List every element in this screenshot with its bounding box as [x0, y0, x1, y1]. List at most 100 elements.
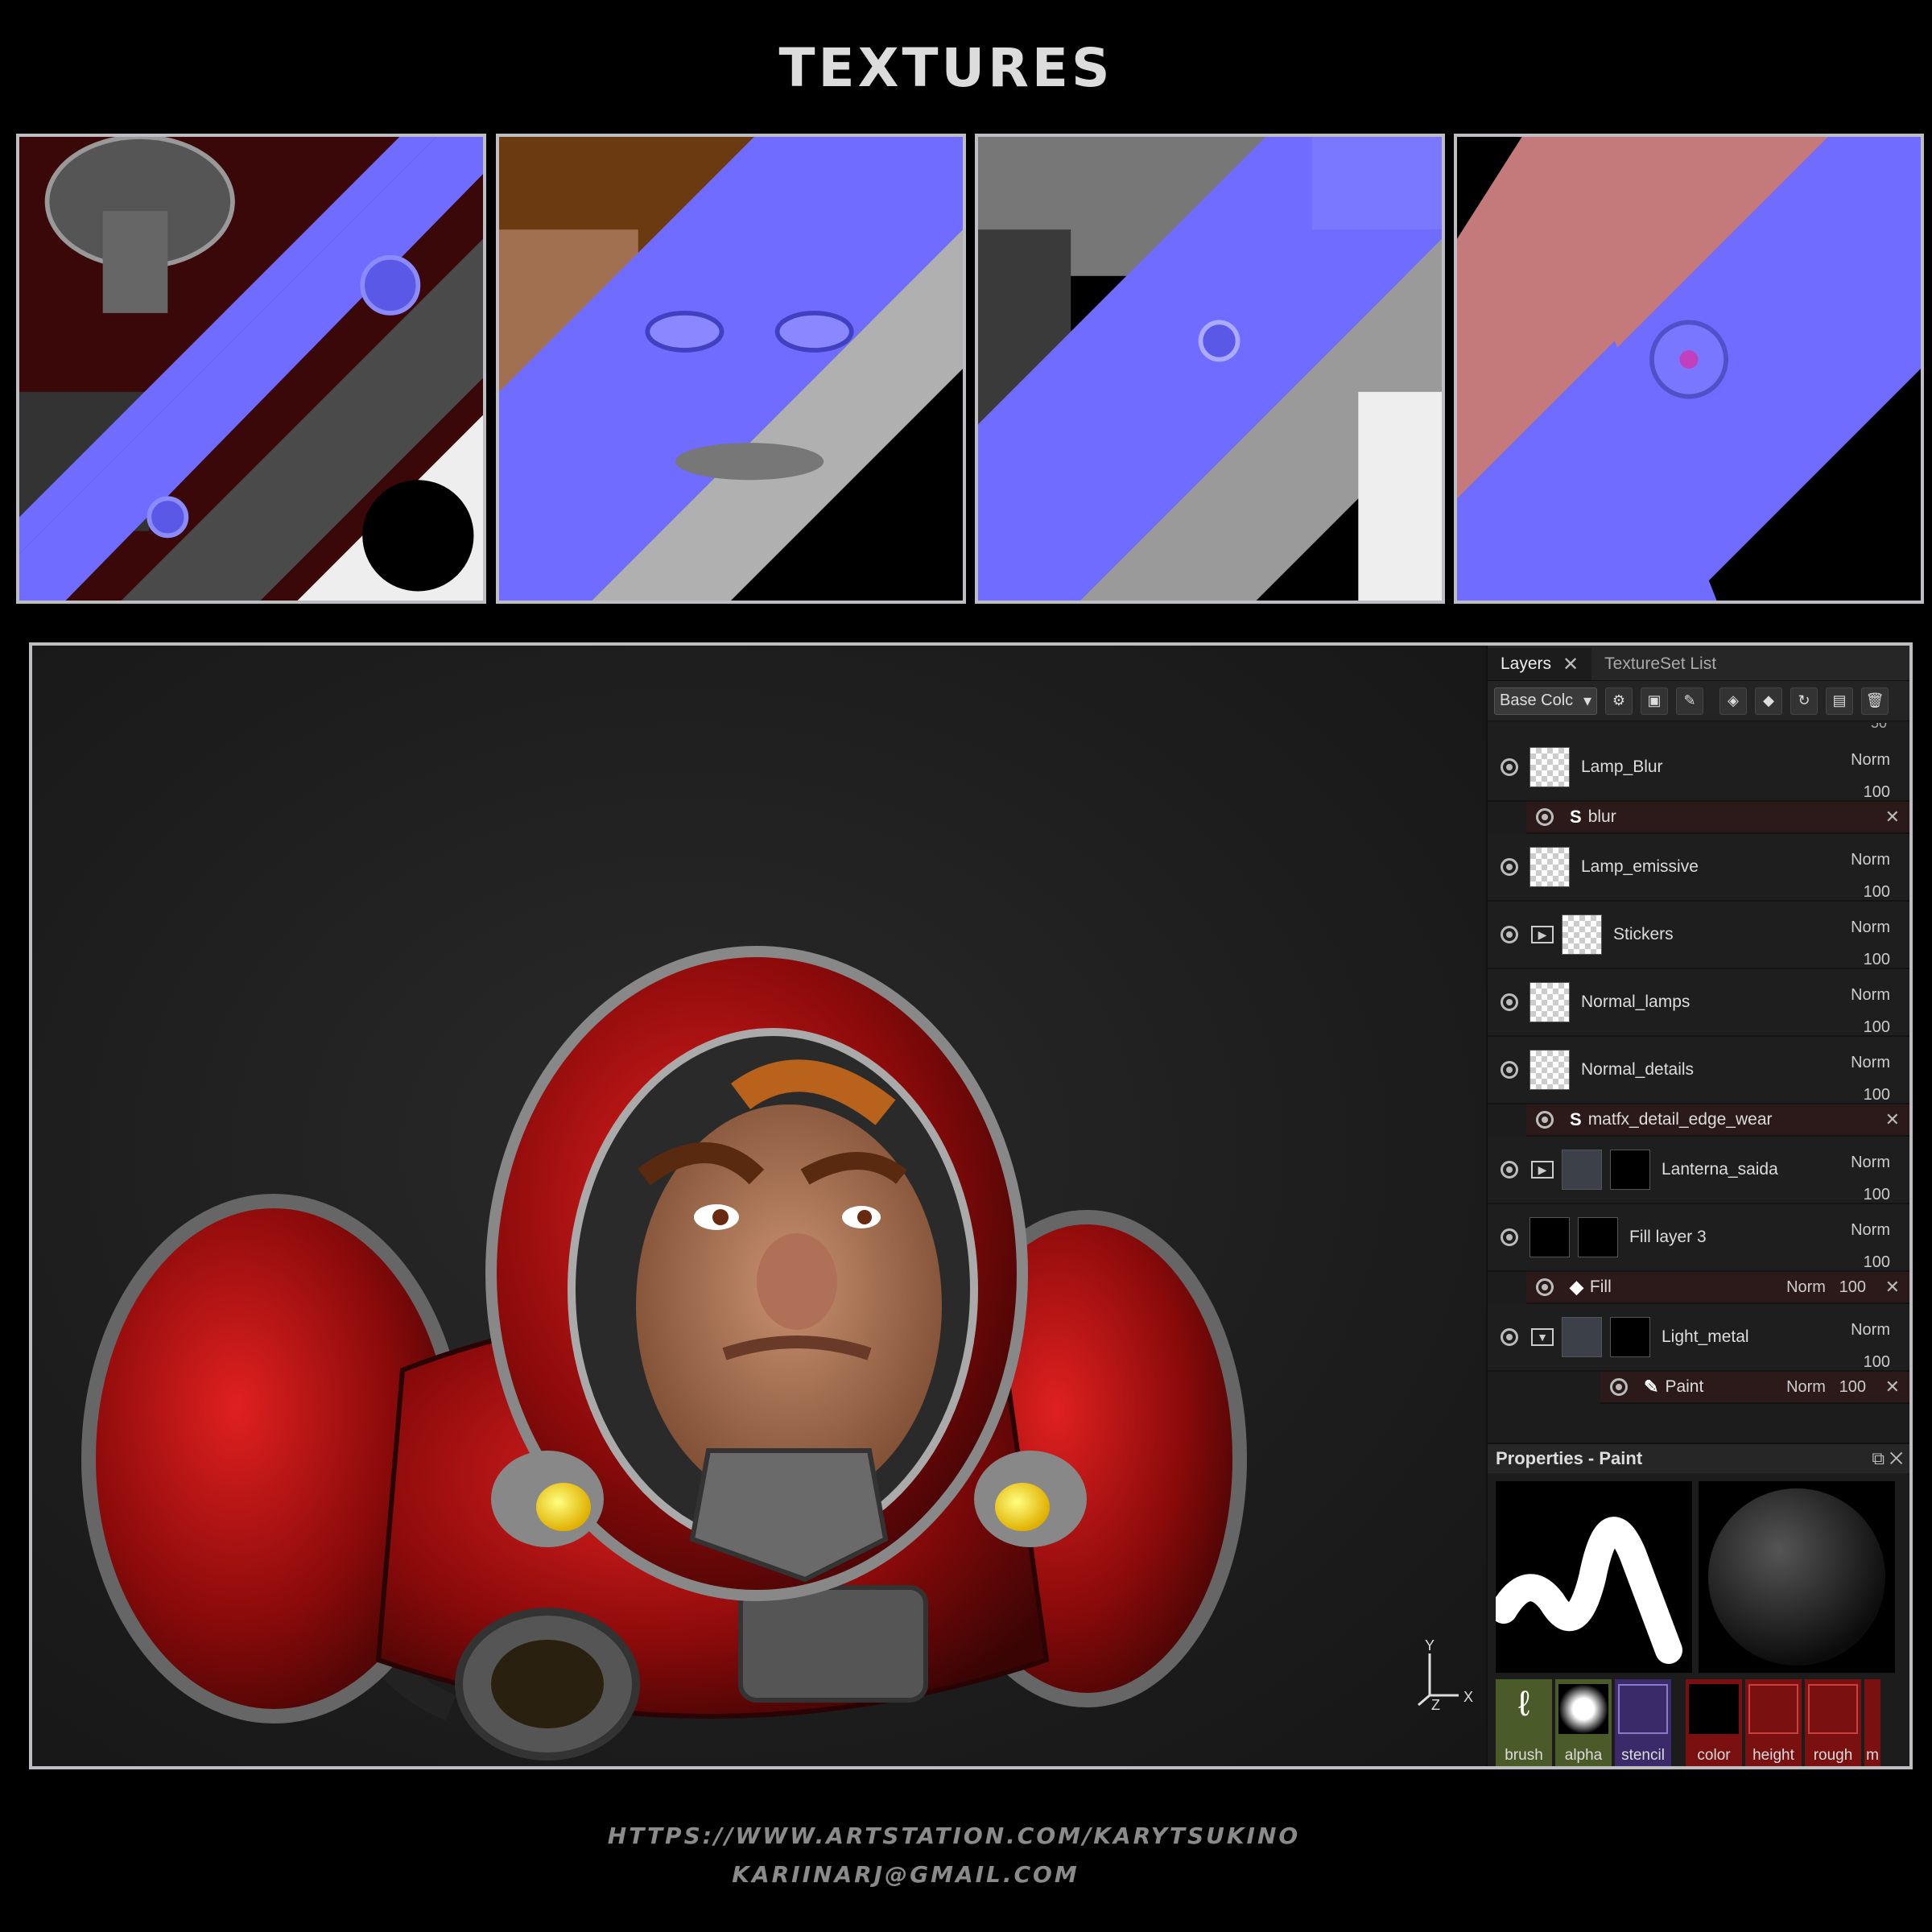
- height-slot[interactable]: height: [1745, 1679, 1802, 1766]
- layer-blend[interactable]: Norm: [1851, 979, 1890, 1011]
- layer-thumbnail: [1530, 1217, 1570, 1257]
- close-icon[interactable]: ✕: [1885, 1377, 1900, 1397]
- color-slot[interactable]: color: [1686, 1679, 1742, 1766]
- close-icon[interactable]: ✕: [1563, 653, 1579, 676]
- layer-thumbnail: [1562, 1317, 1602, 1357]
- axis-z-label: Z: [1431, 1697, 1440, 1711]
- folder-icon[interactable]: ▶: [1531, 1161, 1554, 1179]
- alpha-slot[interactable]: alpha: [1555, 1679, 1612, 1766]
- layer-thumbnail: [1530, 747, 1570, 787]
- layer-row[interactable]: Lamp_emissive Norm 100: [1488, 834, 1909, 902]
- stencil-slot[interactable]: stencil: [1615, 1679, 1671, 1766]
- mask-thumbnail[interactable]: [1578, 1217, 1618, 1257]
- tab-textureset-list[interactable]: TextureSet List: [1591, 648, 1729, 680]
- material-sphere-preview: [1699, 1481, 1895, 1673]
- layer-blend[interactable]: Norm: [1851, 1314, 1890, 1346]
- height-slot-label: height: [1752, 1747, 1794, 1764]
- close-icon[interactable]: ⧉ ✕: [1872, 1448, 1903, 1469]
- paint-brush-icon[interactable]: ✎: [1676, 687, 1703, 715]
- eye-icon[interactable]: [1501, 858, 1518, 876]
- texture-map-2: [496, 134, 966, 604]
- eye-icon[interactable]: [1610, 1378, 1628, 1396]
- alpha-slot-label: alpha: [1564, 1747, 1603, 1764]
- close-icon[interactable]: ✕: [1885, 1277, 1900, 1298]
- metal-slot-label: m: [1866, 1747, 1879, 1764]
- 3d-viewport[interactable]: Y X Z: [32, 646, 1486, 1766]
- layer-thumbnail: [1562, 914, 1602, 955]
- eye-icon[interactable]: [1501, 1161, 1518, 1179]
- effect-opacity[interactable]: 100: [1839, 1378, 1866, 1396]
- artstation-link[interactable]: HTTPS://WWW.ARTSTATION.COM/KARYTSUKINO: [0, 1823, 1908, 1849]
- filter-row[interactable]: S blur ✕: [1526, 802, 1909, 834]
- eye-icon[interactable]: [1501, 993, 1518, 1011]
- layer-row[interactable]: ▼ Light_metal Norm 100: [1488, 1304, 1909, 1372]
- layer-blend[interactable]: Norm: [1851, 1214, 1890, 1246]
- axis-x-label: X: [1463, 1689, 1473, 1705]
- close-icon[interactable]: ✕: [1885, 807, 1900, 828]
- contact-email[interactable]: KARIINARJ@GMAIL.COM: [0, 1861, 1811, 1888]
- eye-icon[interactable]: [1501, 1328, 1518, 1346]
- mask-thumbnail[interactable]: [1610, 1150, 1650, 1190]
- layer-stack: 50 Lamp_Blur Norm 100 S blur ✕ Lamp_emiss…: [1488, 723, 1909, 1431]
- disabled-channel-icon: [1808, 1684, 1858, 1734]
- partial-opacity: 50: [1870, 723, 1887, 731]
- layer-row[interactable]: Lamp_Blur Norm 100: [1488, 734, 1909, 802]
- eye-icon[interactable]: [1536, 1111, 1554, 1129]
- eye-icon[interactable]: [1501, 1228, 1518, 1246]
- filter-icon: S: [1570, 1109, 1582, 1129]
- add-smart-icon[interactable]: ↻: [1790, 687, 1818, 715]
- add-effect-icon[interactable]: ⚙: [1605, 687, 1633, 715]
- texture-map-3: [975, 134, 1445, 604]
- paint-icon: ✎: [1644, 1377, 1659, 1397]
- effect-row[interactable]: ✎ Paint Norm 100 ✕: [1600, 1372, 1909, 1404]
- rough-slot[interactable]: rough: [1805, 1679, 1861, 1766]
- layer-blend[interactable]: Norm: [1851, 1046, 1890, 1079]
- tab-layers[interactable]: Layers ✕: [1488, 648, 1592, 680]
- effect-row[interactable]: ◆ Fill Norm 100 ✕: [1526, 1272, 1909, 1304]
- add-folder-icon[interactable]: ▤: [1826, 687, 1853, 715]
- add-mask-icon[interactable]: ▣: [1641, 687, 1668, 715]
- mask-thumbnail[interactable]: [1610, 1317, 1650, 1357]
- layer-row[interactable]: ▶ Lanterna_saida Norm 100: [1488, 1137, 1909, 1204]
- filter-row[interactable]: S matfx_detail_edge_wear ✕: [1526, 1104, 1909, 1137]
- add-layer-icon[interactable]: ◈: [1719, 687, 1747, 715]
- eye-icon[interactable]: [1501, 758, 1518, 776]
- layer-blend[interactable]: Norm: [1851, 1146, 1890, 1179]
- layer-row[interactable]: Normal_lamps Norm 100: [1488, 969, 1909, 1037]
- chevron-down-icon: ▾: [1583, 692, 1591, 710]
- character-model: [81, 946, 1247, 1761]
- color-slot-label: color: [1697, 1747, 1731, 1764]
- channel-select[interactable]: Base Colc ▾: [1494, 687, 1597, 715]
- eye-icon[interactable]: [1501, 926, 1518, 943]
- eye-icon[interactable]: [1536, 1278, 1554, 1296]
- layer-blend[interactable]: Norm: [1851, 844, 1890, 876]
- layer-row[interactable]: Normal_details Norm 100: [1488, 1037, 1909, 1104]
- metal-slot[interactable]: m: [1864, 1679, 1880, 1766]
- folder-open-icon[interactable]: ▼: [1531, 1328, 1554, 1346]
- effect-blend[interactable]: Norm: [1786, 1278, 1826, 1296]
- layer-name: Fill layer 3: [1629, 1228, 1707, 1246]
- brush-icon: ℓ: [1517, 1684, 1530, 1724]
- fill-icon: ◆: [1570, 1277, 1583, 1297]
- delete-icon[interactable]: 🗑: [1861, 687, 1889, 715]
- effect-blend[interactable]: Norm: [1786, 1378, 1826, 1396]
- layer-row[interactable]: ▶ Stickers Norm 100: [1488, 902, 1909, 969]
- eye-icon[interactable]: [1501, 1061, 1518, 1079]
- layer-thumbnail: [1530, 982, 1570, 1022]
- folder-icon[interactable]: ▶: [1531, 926, 1554, 943]
- layer-row[interactable]: Fill layer 3 Norm 100: [1488, 1204, 1909, 1272]
- add-fill-layer-icon[interactable]: ◆: [1755, 687, 1782, 715]
- layer-blend[interactable]: Norm: [1851, 911, 1890, 943]
- layer-name: Lamp_emissive: [1581, 857, 1699, 876]
- effect-opacity[interactable]: 100: [1839, 1278, 1866, 1296]
- layer-name: Stickers: [1613, 925, 1674, 943]
- eye-icon[interactable]: [1536, 808, 1554, 826]
- brush-slot[interactable]: ℓ brush: [1496, 1679, 1552, 1766]
- close-icon[interactable]: ✕: [1885, 1109, 1900, 1130]
- stencil-slot-label: stencil: [1621, 1747, 1665, 1764]
- brush-stroke-preview: [1490, 1481, 1692, 1673]
- tab-textureset-label: TextureSet List: [1604, 654, 1717, 673]
- texture-map-4: [1454, 134, 1924, 604]
- page-title: TEXTURES: [778, 37, 1113, 99]
- layer-blend[interactable]: Norm: [1851, 744, 1890, 776]
